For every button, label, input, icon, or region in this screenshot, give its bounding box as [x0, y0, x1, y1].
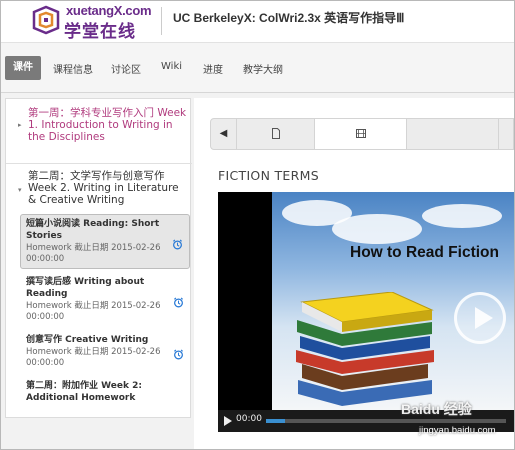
sequence-tab-document[interactable] — [237, 119, 315, 149]
section-list: 短篇小说阅读 Reading: Short Stories Homework 截… — [20, 214, 190, 411]
logo-chinese-name[interactable]: 学堂在线 — [64, 17, 136, 42]
expanded-arrow-icon: ▾ — [18, 186, 22, 194]
unit-heading: FICTION TERMS — [218, 168, 319, 183]
section-item-additional-homework[interactable]: 第二周：附加作业 Week 2: Additional Homework — [20, 376, 190, 408]
logo-wordmark[interactable]: xuetangX.com — [66, 3, 152, 18]
sequence-tab-next[interactable] — [407, 119, 499, 149]
baidu-watermark: Baidu 经验 — [401, 401, 472, 417]
video-icon — [355, 129, 366, 138]
course-outline-sidebar: ▸ 第一周：学科专业写作入门 Week 1. Introduction to W… — [5, 98, 192, 418]
section-due-date: Homework 截止日期 2015-02-26 00:00:00 — [26, 243, 161, 264]
chapter-week-2[interactable]: ▾ 第二周：文学写作与创意写作 Week 2. Writing in Liter… — [6, 163, 192, 213]
alarm-clock-icon — [173, 239, 182, 249]
video-buffer-fill — [266, 419, 286, 423]
video-frame: How to Read Fiction — [272, 192, 514, 410]
chapter-title: 第一周：学科专业写作入门 Week 1. Introduction to Wri… — [28, 107, 187, 143]
tab-courseware[interactable]: 课件 — [5, 56, 41, 80]
course-nav: 课件 课程信息 讨论区 Wiki 进度 教学大纲 — [1, 43, 514, 93]
cloud-shape — [422, 204, 502, 228]
book-stack-image — [296, 292, 434, 406]
cloud-shape — [332, 214, 422, 244]
collapsed-arrow-icon: ▸ — [18, 121, 22, 129]
alarm-clock-icon — [174, 297, 183, 307]
left-arrow-icon[interactable]: ◀ — [211, 119, 237, 149]
section-due-date: Homework 截止日期 2015-02-26 00:00:00 — [26, 301, 161, 322]
section-item-creative-writing[interactable]: 创意写作 Creative Writing Homework 截止日期 2015… — [20, 330, 190, 373]
chapter-week-1[interactable]: ▸ 第一周：学科专业写作入门 Week 1. Introduction to W… — [6, 107, 192, 151]
site-header: xuetangX.com 学堂在线 UC BerkeleyX: ColWri2.… — [1, 1, 514, 43]
section-item-writing-about-reading[interactable]: 撰写读后感 Writing about Reading Homework 截止日… — [20, 272, 190, 327]
section-title: 撰写读后感 Writing about Reading — [26, 277, 145, 299]
baidu-watermark-url: jingyan.baidu.com — [419, 425, 496, 436]
video-title-text: How to Read Fiction — [350, 244, 499, 261]
header-divider — [161, 7, 162, 35]
course-title: UC BerkeleyX: ColWri2.3x 英语写作指导Ⅲ — [173, 11, 405, 25]
courseware-content: ◀ FICTION TERMS How to Read Fiction 00:0… — [194, 98, 514, 449]
section-title: 第二周：附加作业 Week 2: Additional Homework — [26, 381, 142, 403]
play-icon[interactable] — [454, 292, 506, 344]
tab-syllabus[interactable]: 教学大纲 — [243, 61, 283, 76]
tab-course-info[interactable]: 课程信息 — [53, 61, 93, 76]
play-control-icon[interactable] — [224, 416, 232, 426]
section-title: 短篇小说阅读 Reading: Short Stories — [26, 219, 160, 241]
section-due-date: Homework 截止日期 2015-02-26 00:00:00 — [26, 347, 161, 368]
section-title: 创意写作 Creative Writing — [26, 335, 149, 345]
alarm-clock-icon — [174, 349, 183, 359]
sequence-nav: ◀ — [210, 118, 514, 150]
chapter-title: 第二周：文学写作与创意写作 Week 2. Writing in Literat… — [28, 170, 179, 206]
xuetangx-logo-icon[interactable] — [31, 4, 61, 36]
sequence-tab-video[interactable] — [315, 119, 407, 149]
tab-wiki[interactable]: Wiki — [161, 61, 182, 72]
tab-progress[interactable]: 进度 — [203, 61, 223, 76]
document-icon — [271, 128, 280, 139]
main-area: ▸ 第一周：学科专业写作入门 Week 1. Introduction to W… — [1, 93, 514, 449]
video-progress-bar[interactable] — [266, 419, 506, 423]
browser-frame: xuetangX.com 学堂在线 UC BerkeleyX: ColWri2.… — [0, 0, 515, 450]
video-time: 00:00 — [236, 414, 262, 424]
tab-discussion[interactable]: 讨论区 — [111, 61, 141, 76]
section-item-reading-short-stories[interactable]: 短篇小说阅读 Reading: Short Stories Homework 截… — [20, 214, 190, 269]
video-player[interactable]: How to Read Fiction 00:00 — [218, 192, 514, 432]
